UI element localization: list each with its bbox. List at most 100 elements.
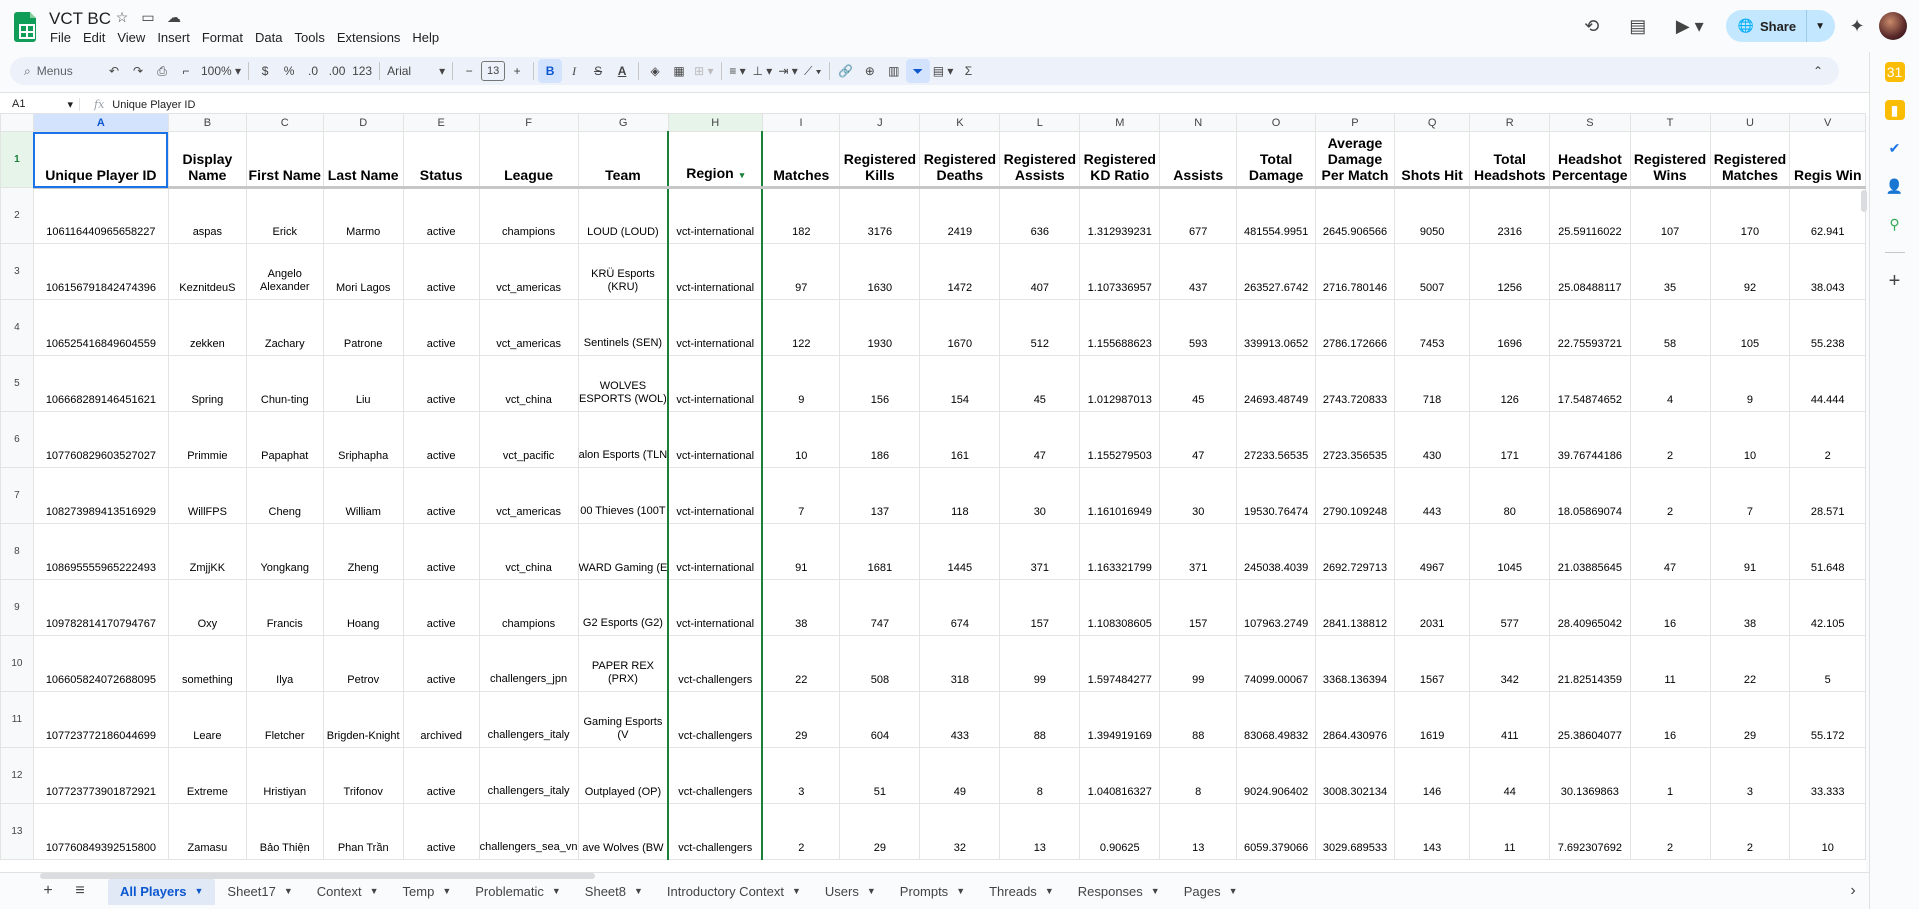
table-cell[interactable]: 9: [761, 355, 841, 412]
sheet-tab[interactable]: Threads ▼: [977, 878, 1066, 905]
menu-edit[interactable]: Edit: [77, 28, 111, 47]
table-cell[interactable]: 156: [839, 355, 921, 412]
table-cell[interactable]: Trifonov: [322, 747, 404, 804]
table-cell[interactable]: vct_pacific: [478, 411, 579, 468]
table-cell[interactable]: 2031: [1393, 579, 1471, 636]
table-cell[interactable]: 186: [839, 411, 921, 468]
filter-icon[interactable]: ⏷: [905, 59, 930, 83]
header-cell[interactable]: Headshot Percentage: [1549, 131, 1631, 189]
table-cell[interactable]: 51.648: [1789, 523, 1866, 580]
contacts-icon[interactable]: 👤: [1885, 176, 1905, 196]
table-cell[interactable]: 47: [1159, 411, 1238, 468]
select-all-corner[interactable]: [0, 113, 34, 132]
table-cell[interactable]: 481554.9951: [1236, 187, 1317, 244]
table-cell[interactable]: vct-international: [667, 523, 764, 580]
table-cell[interactable]: Oxy: [167, 579, 247, 636]
menu-data[interactable]: Data: [249, 28, 288, 47]
column-header[interactable]: N: [1159, 113, 1238, 132]
table-cell[interactable]: 45: [999, 355, 1081, 412]
sheet-tab[interactable]: Sheet17 ▼: [215, 878, 304, 905]
cloud-status-icon[interactable]: ☁: [166, 9, 182, 26]
table-cell[interactable]: 2: [1629, 803, 1711, 860]
table-cell[interactable]: vct_china: [478, 523, 579, 580]
header-cell[interactable]: League: [478, 131, 579, 189]
table-cell[interactable]: 29: [839, 803, 921, 860]
table-cell[interactable]: 2841.138812: [1315, 579, 1395, 636]
column-header[interactable]: A: [32, 113, 169, 132]
header-cell[interactable]: Last Name: [322, 131, 404, 189]
increase-decimal-button[interactable]: .00: [325, 59, 349, 83]
table-cell[interactable]: 45: [1159, 355, 1238, 412]
table-cell[interactable]: 7453: [1393, 299, 1471, 356]
column-header[interactable]: B: [167, 113, 247, 132]
header-cell[interactable]: First Name: [245, 131, 324, 189]
header-cell[interactable]: Regis Win: [1789, 131, 1866, 189]
table-cell[interactable]: 137: [839, 467, 921, 524]
column-header[interactable]: R: [1469, 113, 1551, 132]
table-cell[interactable]: vct-international: [667, 299, 764, 356]
table-cell[interactable]: Patrone: [322, 299, 404, 356]
table-cell[interactable]: active: [402, 187, 480, 244]
more-formats-button[interactable]: 123: [349, 59, 375, 83]
table-cell[interactable]: vct-international: [667, 467, 764, 524]
table-cell[interactable]: Zamasu: [167, 803, 247, 860]
table-cell[interactable]: aspas: [167, 187, 247, 244]
table-cell[interactable]: 9024.906402: [1236, 747, 1317, 804]
row-header[interactable]: 8: [0, 523, 34, 580]
chevron-down-icon[interactable]: ▼: [442, 886, 451, 896]
table-cell[interactable]: 39.76744186: [1549, 411, 1631, 468]
table-cell[interactable]: 92: [1709, 243, 1791, 300]
table-cell[interactable]: active: [402, 299, 480, 356]
collapse-toolbar-icon[interactable]: ⌃: [1810, 59, 1839, 83]
table-cell[interactable]: 3029.689533: [1315, 803, 1395, 860]
menu-help[interactable]: Help: [406, 28, 445, 47]
table-cell[interactable]: 126: [1469, 355, 1551, 412]
table-cell[interactable]: 35: [1629, 243, 1711, 300]
insert-chart-icon[interactable]: ▥: [882, 59, 906, 83]
column-header[interactable]: F: [478, 113, 579, 132]
row-header[interactable]: 7: [0, 467, 34, 524]
header-cell[interactable]: Registered Matches: [1709, 131, 1791, 189]
table-cell[interactable]: 1567: [1393, 635, 1471, 692]
table-cell[interactable]: Hoang: [322, 579, 404, 636]
table-cell[interactable]: zekken: [167, 299, 247, 356]
table-cell[interactable]: Gaming Esports (V: [577, 691, 669, 748]
chevron-down-icon[interactable]: ▼: [956, 886, 965, 896]
table-cell[interactable]: 91: [1709, 523, 1791, 580]
name-box[interactable]: A1 ▾: [0, 98, 80, 111]
table-cell[interactable]: 430: [1393, 411, 1471, 468]
column-header[interactable]: L: [999, 113, 1081, 132]
sheet-tab[interactable]: Pages ▼: [1172, 878, 1250, 905]
table-cell[interactable]: 1.108308605: [1079, 579, 1161, 636]
table-cell[interactable]: 33.333: [1789, 747, 1866, 804]
meet-icon[interactable]: ▶ ▾: [1668, 10, 1712, 42]
table-cell[interactable]: 107760829603527027: [32, 411, 169, 468]
chevron-down-icon[interactable]: ▼: [1151, 886, 1160, 896]
table-cell[interactable]: 604: [839, 691, 921, 748]
table-cell[interactable]: challengers_italy: [478, 747, 579, 804]
table-cell[interactable]: 3008.302134: [1315, 747, 1395, 804]
undo-icon[interactable]: ↶: [102, 59, 126, 83]
table-cell[interactable]: 2: [1709, 803, 1791, 860]
table-cell[interactable]: 437: [1159, 243, 1238, 300]
row-header[interactable]: 4: [0, 299, 34, 356]
table-cell[interactable]: Leare: [167, 691, 247, 748]
fill-color-icon[interactable]: ◈: [643, 59, 667, 83]
gemini-icon[interactable]: ✦: [1841, 10, 1873, 42]
table-cell[interactable]: alon Esports (TLN: [577, 411, 669, 468]
table-cell[interactable]: vct-international: [667, 411, 764, 468]
table-cell[interactable]: 8: [1159, 747, 1238, 804]
table-cell[interactable]: Brigden-Knight: [322, 691, 404, 748]
table-cell[interactable]: active: [402, 411, 480, 468]
table-cell[interactable]: 30: [999, 467, 1081, 524]
table-cell[interactable]: 38.043: [1789, 243, 1866, 300]
all-sheets-icon[interactable]: ≡: [64, 882, 96, 900]
header-cell[interactable]: Registered Kills: [839, 131, 921, 189]
table-cell[interactable]: Papaphat: [245, 411, 324, 468]
table-cell[interactable]: Phan Trần: [322, 803, 404, 860]
filter-views-icon[interactable]: ▤ ▾: [930, 59, 957, 83]
table-cell[interactable]: 51: [839, 747, 921, 804]
table-cell[interactable]: KRÜ Esports (KRU): [577, 243, 669, 300]
table-cell[interactable]: vct_americas: [478, 299, 579, 356]
table-cell[interactable]: vct_americas: [478, 243, 579, 300]
